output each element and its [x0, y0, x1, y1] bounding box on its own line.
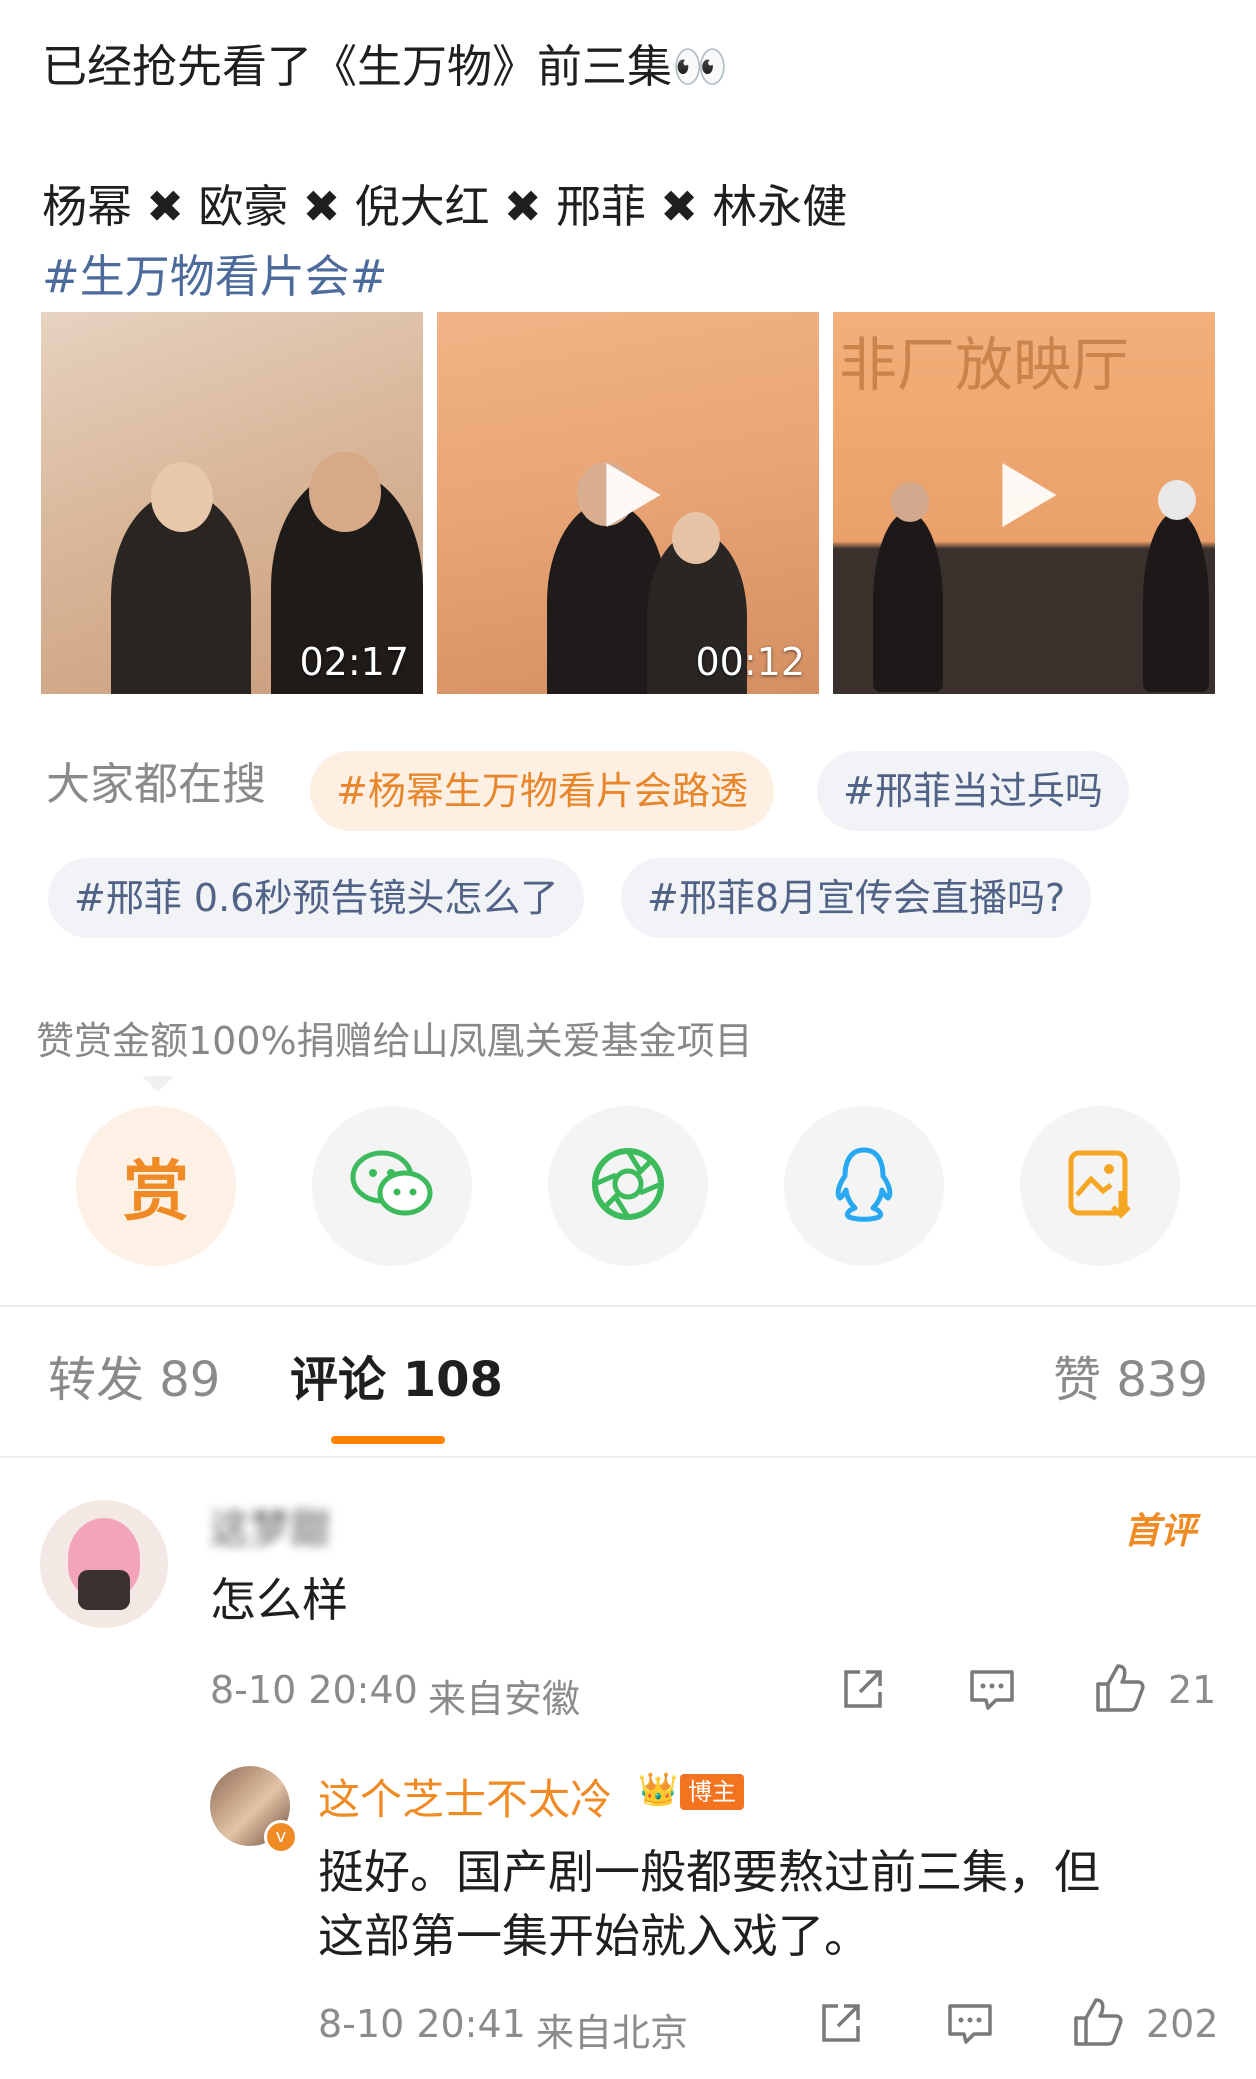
- trending-label: 大家都在搜: [46, 759, 266, 810]
- moments-aperture-icon: [591, 1147, 665, 1225]
- comment-time: 8-10 20:40: [210, 1668, 418, 1712]
- person-face: [891, 482, 929, 522]
- trending-chip[interactable]: #邢菲 0.6秒预告镜头怎么了: [48, 858, 585, 938]
- tab-active-indicator: [331, 1436, 445, 1444]
- share-icon[interactable]: [818, 2000, 864, 2046]
- avatar-body: [78, 1570, 130, 1610]
- banner-text: 非厂放映厅: [839, 331, 1130, 399]
- comment-icon[interactable]: [968, 1668, 1016, 1712]
- person-face: [151, 462, 213, 532]
- comment-source: 来自安徽: [428, 1677, 581, 1721]
- post-title: 已经抢先看了《生万物》前三集👀: [42, 40, 729, 93]
- play-icon: [1002, 463, 1057, 528]
- reply-text-line2: 这部第一集开始就入戏了。: [318, 1909, 870, 1963]
- comment-icon[interactable]: [946, 2002, 994, 2046]
- trending-chip[interactable]: #杨幂生万物看片会路透: [310, 751, 774, 831]
- like-count: 202: [1146, 2002, 1219, 2046]
- reply-username[interactable]: 这个芝士不太冷: [318, 1766, 612, 1827]
- video-duration: 02:17: [299, 640, 409, 684]
- reply-time: 8-10 20:41: [318, 2002, 526, 2046]
- post-topic-link[interactable]: #生万物看片会#: [42, 240, 387, 305]
- post-cast-line: 杨幂 ✖ 欧豪 ✖ 倪大红 ✖ 邢菲 ✖ 林永健: [42, 180, 848, 233]
- video-thumbnail-1[interactable]: 02:17: [41, 312, 423, 694]
- person-face: [672, 512, 720, 564]
- person-figure: [873, 512, 943, 692]
- tab-divider: [0, 1456, 1256, 1458]
- reward-label: 赏: [123, 1153, 189, 1230]
- trending-chip[interactable]: #邢菲当过兵吗: [817, 751, 1129, 831]
- share-qq-button[interactable]: [784, 1106, 944, 1266]
- verified-badge-icon: v: [264, 1820, 298, 1854]
- tab-repost[interactable]: 转发 89: [48, 1340, 220, 1410]
- like-icon[interactable]: [1094, 1662, 1146, 1714]
- person-face: [1158, 480, 1196, 520]
- author-badge: 博主: [680, 1774, 744, 1810]
- share-moments-button[interactable]: [548, 1106, 708, 1266]
- avatar[interactable]: [40, 1500, 168, 1628]
- save-image-button[interactable]: [1020, 1106, 1180, 1266]
- tab-likes[interactable]: 赞 839: [1053, 1340, 1208, 1410]
- qq-icon: [831, 1144, 897, 1228]
- video-duration: 00:12: [695, 640, 805, 684]
- person-face: [309, 452, 381, 532]
- tab-comments[interactable]: 评论 108: [290, 1340, 503, 1410]
- comment-username[interactable]: 这梦甜: [210, 1496, 330, 1554]
- video-thumbnail-3[interactable]: 非厂放映厅: [833, 312, 1215, 694]
- person-figure: [1143, 512, 1209, 692]
- reply-source: 来自北京: [536, 2011, 689, 2055]
- tooltip-pointer: [142, 1076, 174, 1092]
- first-comment-badge: 首评: [1124, 1511, 1197, 1552]
- like-count: 21: [1168, 1668, 1217, 1712]
- reward-button[interactable]: 赏: [76, 1106, 236, 1266]
- crown-icon: 👑: [638, 1770, 678, 1808]
- reply-text-line1: 挺好。国产剧一般都要熬过前三集，但: [318, 1845, 1100, 1899]
- section-divider: [0, 1305, 1256, 1307]
- share-icon[interactable]: [840, 1666, 886, 1712]
- video-thumbnail-2[interactable]: 00:12: [437, 312, 819, 694]
- play-icon: [606, 463, 661, 528]
- donation-note: 赞赏金额100%捐赠给山凤凰关爱基金项目: [36, 1019, 753, 1063]
- like-icon[interactable]: [1072, 1996, 1124, 2048]
- comment-text: 怎么样: [210, 1573, 348, 1627]
- share-wechat-button[interactable]: [312, 1106, 472, 1266]
- save-image-icon: [1065, 1147, 1135, 1225]
- trending-chip[interactable]: #邢菲8月宣传会直播吗?: [621, 858, 1092, 938]
- wechat-icon: [349, 1149, 435, 1223]
